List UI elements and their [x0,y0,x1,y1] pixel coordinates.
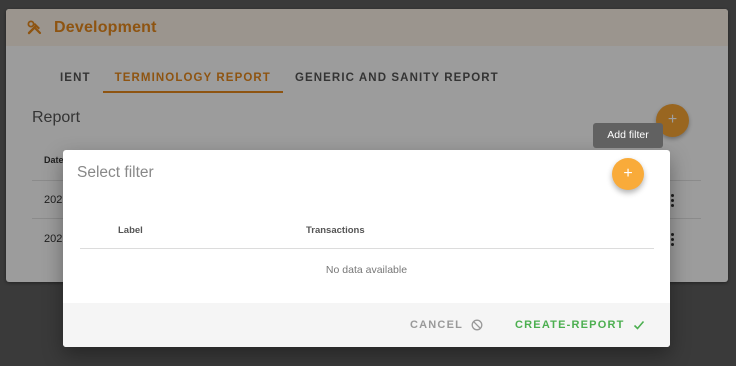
empty-table-message: No data available [325,264,408,276]
cancel-button[interactable]: CANCEL [410,303,483,347]
dialog-title: Select filter [77,164,154,181]
column-header-label[interactable]: Label [118,225,143,236]
block-icon [471,319,483,331]
table-header-divider [80,248,654,249]
dialog-footer: CANCEL CREATE-REPORT [63,303,670,347]
add-filter-tooltip: Add filter [593,123,663,148]
column-header-transactions[interactable]: Transactions [306,225,365,236]
check-icon [633,319,645,331]
create-report-label: CREATE-REPORT [515,319,625,331]
create-report-button[interactable]: CREATE-REPORT [515,303,645,347]
add-filter-button[interactable]: + [612,158,644,190]
cancel-label: CANCEL [410,319,464,331]
select-filter-dialog: Select filter + Label Transactions No da… [63,150,670,347]
